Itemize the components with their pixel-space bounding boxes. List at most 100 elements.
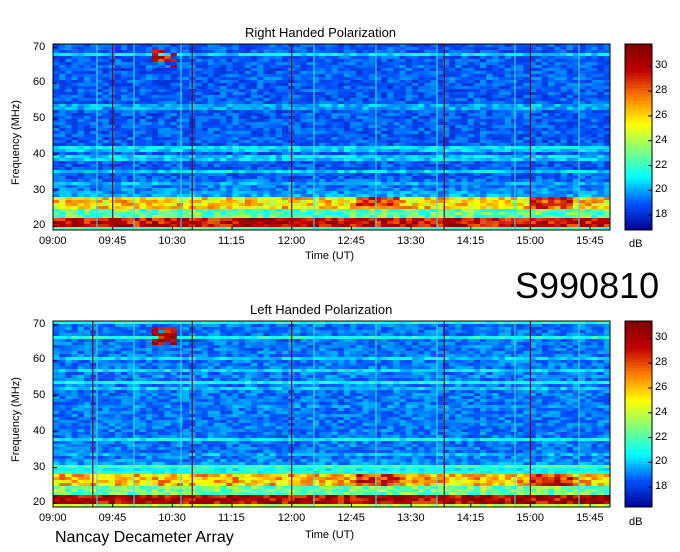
top-intensity-cell <box>331 47 339 51</box>
top-intensity-cell <box>238 53 246 57</box>
top-intensity-cell <box>461 95 469 99</box>
top-intensity-cell <box>393 173 400 177</box>
top-intensity-cell <box>480 203 487 207</box>
top-intensity-cell <box>418 80 425 84</box>
top-intensity-cell <box>405 116 413 120</box>
top-intensity-cell <box>213 152 221 156</box>
top-intensity-cell <box>387 161 394 165</box>
top-intensity-cell <box>170 98 178 102</box>
top-intensity-cell <box>201 116 209 120</box>
top-intensity-cell <box>90 194 97 198</box>
top-intensity-cell <box>127 62 134 66</box>
top-intensity-cell <box>90 89 97 93</box>
top-intensity-cell <box>170 200 178 204</box>
top-intensity-cell <box>83 200 91 204</box>
top-intensity-cell <box>535 128 543 132</box>
top-intensity-cell <box>263 167 271 171</box>
top-intensity-cell <box>362 113 370 117</box>
top-intensity-cell <box>251 164 258 168</box>
top-intensity-cell <box>337 98 345 102</box>
top-intensity-cell <box>90 113 97 117</box>
top-intensity-cell <box>356 47 363 51</box>
top-intensity-cell <box>350 155 357 159</box>
top-intensity-cell <box>498 179 506 183</box>
top-intensity-cell <box>541 86 549 90</box>
top-intensity-cell <box>381 137 388 141</box>
top-intensity-cell <box>213 194 221 198</box>
top-intensity-cell <box>523 182 530 186</box>
top-intensity-cell <box>182 173 190 177</box>
top-intensity-cell <box>480 188 487 192</box>
top-intensity-cell <box>102 107 110 111</box>
top-intensity-cell <box>343 131 351 135</box>
top-intensity-cell <box>492 179 499 183</box>
top-intensity-cell <box>77 140 85 144</box>
top-intensity-cell <box>207 53 215 57</box>
top-intensity-cell <box>71 101 79 105</box>
top-intensity-cell <box>90 173 97 177</box>
top-intensity-cell <box>548 176 555 180</box>
top-intensity-cell <box>108 143 116 147</box>
top-intensity-cell <box>207 143 215 147</box>
top-intensity-cell <box>300 191 308 195</box>
top-intensity-cell <box>306 101 314 105</box>
top-intensity-cell <box>170 95 178 99</box>
top-intensity-cell <box>139 122 147 126</box>
top-intensity-cell <box>523 44 530 48</box>
top-intensity-cell <box>356 194 363 198</box>
top-intensity-cell <box>393 179 400 183</box>
top-intensity-cell <box>585 125 592 129</box>
top-intensity-cell <box>65 182 72 186</box>
top-intensity-cell <box>399 206 407 210</box>
top-intensity-cell <box>226 86 233 90</box>
top-intensity-cell <box>170 182 178 186</box>
top-intensity-cell <box>213 158 221 162</box>
top-intensity-cell <box>244 203 252 207</box>
top-intensity-cell <box>127 149 134 153</box>
top-intensity-cell <box>541 62 549 66</box>
top-intensity-cell <box>331 71 339 75</box>
top-intensity-cell <box>362 89 370 93</box>
top-intensity-cell <box>455 176 462 180</box>
top-intensity-cell <box>560 53 568 57</box>
top-intensity-cell <box>251 200 258 204</box>
top-intensity-cell <box>368 113 376 117</box>
top-intensity-cell <box>579 164 586 168</box>
top-intensity-cell <box>251 89 258 93</box>
top-intensity-cell <box>71 131 79 135</box>
top-intensity-cell <box>182 107 190 111</box>
top-intensity-cell <box>393 47 400 51</box>
top-intensity-cell <box>83 125 91 129</box>
top-intensity-cell <box>114 197 122 201</box>
top-intensity-cell <box>597 86 605 90</box>
top-intensity-cell <box>486 194 493 198</box>
top-intensity-cell <box>127 68 134 72</box>
top-intensity-cell <box>158 83 165 87</box>
top-intensity-cell <box>83 116 91 120</box>
top-intensity-cell <box>145 173 153 177</box>
top-intensity-cell <box>108 68 116 72</box>
top-intensity-cell <box>65 170 72 174</box>
top-intensity-cell <box>164 44 171 48</box>
top-intensity-cell <box>158 170 165 174</box>
top-intensity-cell <box>195 110 202 114</box>
top-intensity-cell <box>114 164 122 168</box>
top-intensity-cell <box>405 104 413 108</box>
top-intensity-cell <box>325 74 332 78</box>
top-intensity-cell <box>399 77 407 81</box>
top-intensity-cell <box>226 44 233 48</box>
top-intensity-cell <box>263 176 271 180</box>
top-intensity-cell <box>541 134 549 138</box>
top-intensity-cell <box>381 206 388 210</box>
top-intensity-cell <box>257 47 264 51</box>
top-intensity-cell <box>65 119 72 123</box>
top-intensity-cell <box>319 110 326 114</box>
top-intensity-cell <box>83 179 91 183</box>
top-intensity-cell <box>591 77 599 81</box>
top-intensity-cell <box>368 89 376 93</box>
top-intensity-cell <box>325 167 332 171</box>
top-intensity-cell <box>281 182 289 186</box>
top-intensity-cell <box>350 77 357 81</box>
top-intensity-cell <box>139 65 147 69</box>
top-intensity-cell <box>300 188 308 192</box>
